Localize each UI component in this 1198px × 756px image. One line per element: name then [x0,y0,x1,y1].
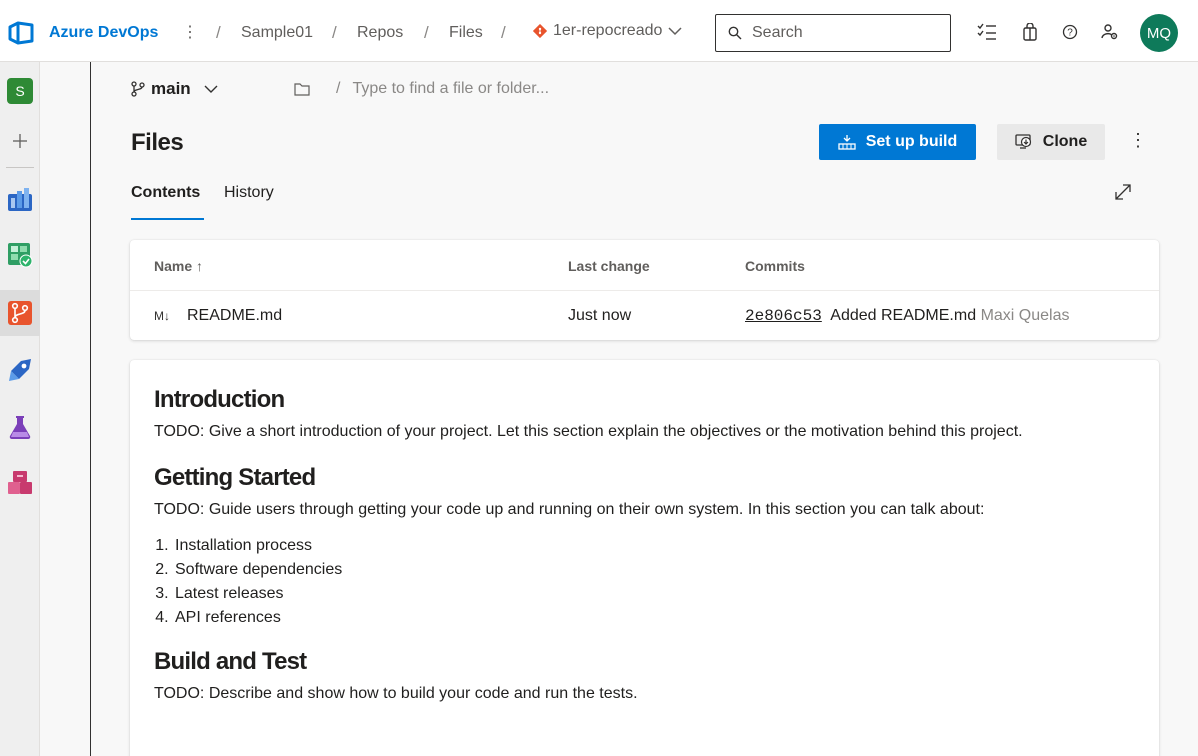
org-more-icon[interactable]: ⋮ [182,22,198,42]
tab-history[interactable]: History [224,184,274,202]
left-rail: S [0,62,40,756]
brand-name[interactable]: Azure DevOps [49,24,158,42]
breadcrumb-separator: / [501,23,506,42]
more-actions-icon[interactable]: ⋮ [1129,130,1147,151]
chevron-down-icon [668,27,682,36]
repo-name: 1er-repocreado [553,22,663,39]
last-change: Just now [568,307,632,324]
breadcrumb-repos[interactable]: Repos [357,24,403,42]
breadcrumb-project[interactable]: Sample01 [241,24,313,42]
top-bar: Azure DevOps ⋮ / Sample01 / Repos / File… [0,0,1198,62]
readme-paragraph: TODO: Give a short introduction of your … [154,423,1023,440]
svg-text:?: ? [1067,28,1073,39]
help-icon[interactable]: ? [1060,22,1080,42]
marketplace-icon[interactable] [1020,22,1040,42]
readme-heading: Introduction [154,386,285,413]
file-table: Name ↑ Last change Commits M↓ README.md … [130,240,1159,340]
list-item: Installation process [173,534,1135,558]
user-settings-icon[interactable] [1100,22,1120,42]
readme-paragraph: TODO: Guide users through getting your c… [154,501,985,518]
column-header-commits[interactable]: Commits [745,258,805,274]
list-item: Software dependencies [173,558,1135,582]
page-title: Files [131,129,184,156]
branch-selector[interactable]: main [131,79,219,99]
clone-icon [1015,134,1031,149]
branch-name: main [151,79,191,98]
collapsed-side-panel [41,62,91,756]
boards-icon[interactable] [7,242,33,268]
commit-info: 2e806c53 Added README.md Maxi Quelas [745,307,1069,325]
commit-author: Maxi Quelas [980,307,1070,324]
clone-button[interactable]: Clone [997,124,1105,160]
commit-message: Added README.md [830,307,977,324]
expand-icon[interactable] [1113,182,1133,202]
azure-devops-logo-icon[interactable] [8,21,34,45]
git-repo-icon [533,24,547,38]
chevron-down-icon [204,85,218,93]
breadcrumb-files[interactable]: Files [449,24,483,42]
table-header-divider [130,290,1159,291]
pipelines-icon[interactable] [7,357,33,383]
branch-icon [131,81,145,97]
readme-heading: Build and Test [154,648,307,675]
build-icon [838,135,856,150]
column-header-name[interactable]: Name ↑ [154,258,203,274]
artifacts-icon[interactable] [7,470,33,496]
commit-hash-link[interactable]: 2e806c53 [745,307,822,325]
overview-icon[interactable] [7,186,33,212]
list-item: API references [173,606,1135,630]
search-box[interactable] [715,14,951,52]
tab-contents[interactable]: Contents [131,184,205,220]
readme-paragraph: TODO: Describe and show how to build you… [154,685,638,702]
project-badge[interactable]: S [7,78,33,104]
main-content: main / Files Set up build Clone ⋮ Conten… [91,62,1198,756]
search-icon [728,26,742,40]
rail-divider [6,167,34,168]
breadcrumb-separator: / [216,23,221,42]
search-input[interactable] [752,24,942,42]
breadcrumb-separator: / [424,23,429,42]
add-icon[interactable] [7,128,33,154]
setup-build-label: Set up build [865,133,958,150]
work-items-icon[interactable] [977,22,997,42]
breadcrumb-separator: / [332,23,337,42]
list-item: Latest releases [173,582,1135,606]
repo-selector[interactable]: 1er-repocreado [533,22,682,40]
avatar[interactable]: MQ [1140,14,1178,52]
repos-icon[interactable] [7,300,33,326]
setup-build-button[interactable]: Set up build [819,124,976,160]
clone-label: Clone [1042,133,1088,150]
path-bar: / [294,80,653,98]
readme-heading: Getting Started [154,464,316,491]
path-separator: / [336,80,341,97]
folder-icon[interactable] [294,82,310,96]
file-name-link[interactable]: README.md [187,307,282,325]
readme-list: Installation process Software dependenci… [173,534,1135,630]
column-header-last-change[interactable]: Last change [568,258,650,274]
markdown-file-icon: M↓ [154,309,170,323]
readme-preview: Introduction TODO: Give a short introduc… [130,360,1159,756]
file-path-search-input[interactable] [352,80,653,98]
test-plans-icon[interactable] [7,414,33,440]
